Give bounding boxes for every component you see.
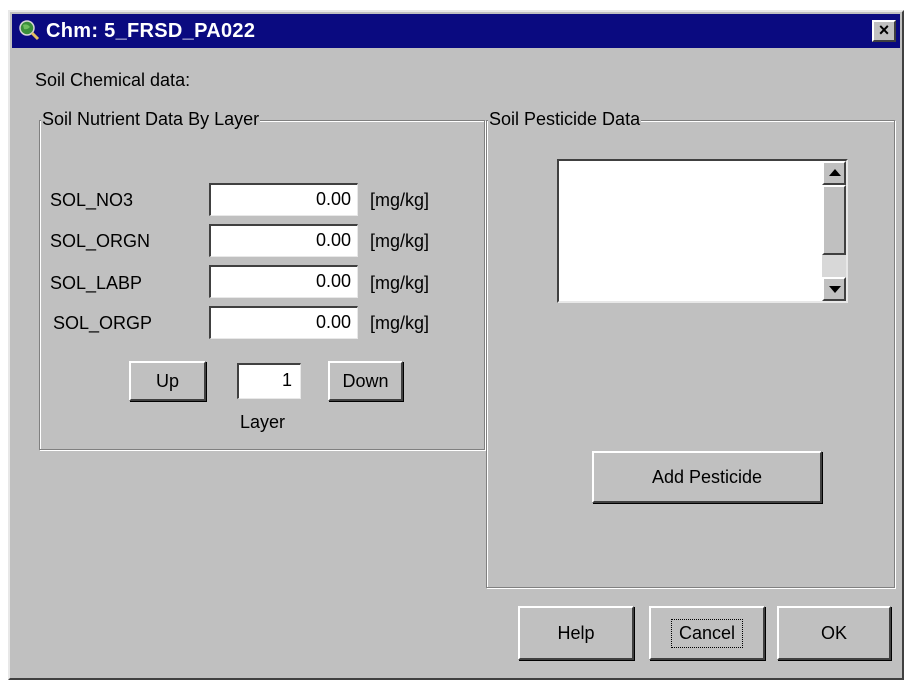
cancel-button-label: Cancel	[670, 618, 744, 648]
sol-orgn-label: SOL_ORGN	[50, 231, 151, 251]
globe-magnifier-icon	[19, 20, 40, 41]
arrow-up-icon	[829, 169, 841, 176]
sol-labp-unit: [mg/kg]	[370, 273, 430, 293]
close-button[interactable]: ×	[872, 20, 896, 42]
arrow-down-icon	[829, 286, 841, 293]
down-button[interactable]: Down	[328, 361, 403, 401]
sol-labp-input[interactable]: 0.00	[209, 265, 358, 298]
sol-no3-label: SOL_NO3	[50, 190, 134, 210]
scroll-up-button[interactable]	[822, 161, 846, 185]
layer-label: Layer	[240, 412, 286, 432]
sol-orgn-unit: [mg/kg]	[370, 231, 430, 251]
sol-no3-unit: [mg/kg]	[370, 190, 430, 210]
layer-input[interactable]: 1	[237, 363, 301, 399]
pesticide-group-legend: Soil Pesticide Data	[488, 109, 642, 130]
nutrient-group-legend: Soil Nutrient Data By Layer	[41, 109, 261, 130]
scroll-thumb[interactable]	[822, 185, 846, 255]
sol-orgp-label: SOL_ORGP	[53, 313, 153, 333]
cancel-button[interactable]: Cancel	[649, 606, 765, 660]
window-title: Chm: 5_FRSD_PA022	[46, 20, 256, 42]
add-pesticide-button[interactable]: Add Pesticide	[592, 451, 822, 503]
sol-no3-input[interactable]: 0.00	[209, 183, 358, 216]
sol-orgp-unit: [mg/kg]	[370, 313, 430, 333]
soil-chemical-heading: Soil Chemical data:	[35, 70, 191, 90]
pesticide-list[interactable]	[557, 159, 848, 303]
up-button[interactable]: Up	[129, 361, 206, 401]
chm-dialog: Chm: 5_FRSD_PA022 × Soil Chemical data: …	[8, 10, 904, 680]
sol-orgn-input[interactable]: 0.00	[209, 224, 358, 257]
sol-orgp-input[interactable]: 0.00	[209, 306, 358, 339]
pesticide-list-scrollbar[interactable]	[822, 161, 846, 301]
scroll-down-button[interactable]	[822, 277, 846, 301]
help-button[interactable]: Help	[518, 606, 634, 660]
ok-button[interactable]: OK	[777, 606, 891, 660]
sol-labp-label: SOL_LABP	[50, 273, 143, 293]
title-bar[interactable]: Chm: 5_FRSD_PA022 ×	[12, 14, 900, 48]
